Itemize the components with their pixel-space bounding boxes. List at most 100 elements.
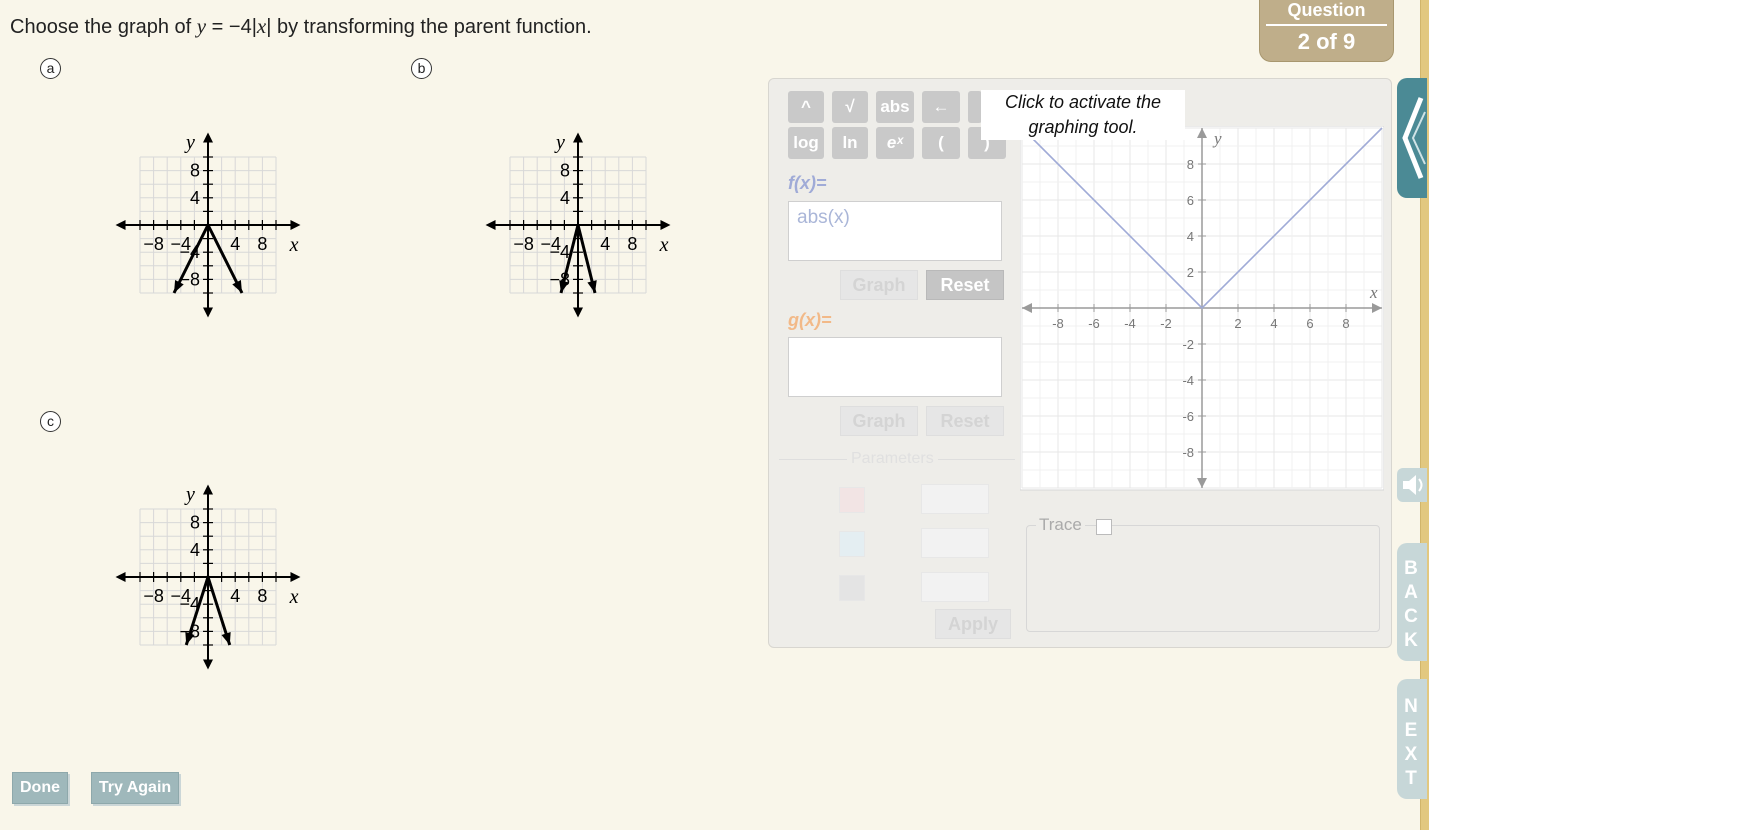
x-tick-label: 4: [600, 234, 610, 254]
f-input[interactable]: abs(x): [788, 201, 1002, 261]
y-axis-down-arrow: [203, 307, 213, 318]
param-b-swatch: [839, 531, 865, 557]
sqrt-key[interactable]: √: [832, 91, 868, 123]
option-a-graph[interactable]: −8 −4 4 884−4−8xy: [30, 50, 380, 400]
x-tick-label: 4: [1270, 316, 1277, 331]
open-paren-key[interactable]: (: [922, 127, 960, 159]
x-tick-label: 8: [257, 586, 267, 606]
g-reset-button[interactable]: Reset: [926, 406, 1004, 436]
back-letter-b: B: [1404, 558, 1418, 579]
log-key[interactable]: log: [788, 127, 824, 159]
y-tick-label: −8: [179, 269, 200, 289]
y-tick-label: 4: [560, 188, 570, 208]
g-graph-button[interactable]: Graph: [840, 406, 918, 436]
next-letter-e: E: [1404, 720, 1418, 741]
next-button[interactable]: N E X T: [1397, 679, 1427, 799]
x-tick-label: −8: [513, 234, 534, 254]
parameters-label: Parameters: [847, 450, 938, 468]
badge-progress: 2 of 9: [1297, 29, 1356, 54]
x-tick-label: 8: [257, 234, 267, 254]
x-tick-label: −8: [143, 234, 164, 254]
x-axis-left-arrow: [115, 572, 126, 582]
x-tick-label: 8: [627, 234, 637, 254]
x-axis-label: x: [289, 586, 299, 608]
y-tick-label: 4: [1187, 229, 1194, 244]
prompt-var-y: y: [196, 14, 207, 38]
x-tick-label: -6: [1088, 316, 1100, 331]
caret-key[interactable]: ^: [788, 91, 824, 123]
y-tick-label: −4: [549, 242, 570, 262]
prompt-prefix: Choose the graph of: [10, 16, 197, 38]
param-c-swatch: [839, 575, 865, 601]
chevron-left-icon: [1402, 97, 1426, 179]
y-axis-up-arrow: [203, 484, 213, 495]
y-tick-label: -6: [1182, 409, 1194, 424]
clear-key[interactable]: [968, 91, 982, 123]
f-input-value: abs(x): [797, 207, 850, 228]
backspace-key[interactable]: ←: [922, 91, 960, 123]
exp-key[interactable]: eˣ: [876, 127, 914, 159]
y-tick-label: -2: [1182, 337, 1194, 352]
param-b-input[interactable]: [921, 528, 989, 558]
param-c-input[interactable]: [921, 572, 989, 602]
audio-tab[interactable]: [1397, 468, 1427, 502]
apply-button[interactable]: Apply: [935, 609, 1011, 639]
y-tick-label: 8: [190, 513, 200, 533]
y-tick-label: 4: [190, 188, 200, 208]
x-tick-label: 4: [230, 234, 240, 254]
y-tick-label: 6: [1187, 193, 1194, 208]
next-letter-t: T: [1405, 768, 1417, 789]
back-letter-k: K: [1404, 630, 1418, 651]
prompt-var-x: x: [256, 14, 267, 38]
tool-graph[interactable]: -8 -6 -4 -2 2 4 6 8 8 6 4 2 -2 -4 -6 -8 x y: [1020, 126, 1384, 496]
y-axis-up-arrow: [573, 132, 583, 143]
x-tick-label: 2: [1234, 316, 1241, 331]
x-tick-label: -4: [1124, 316, 1136, 331]
x-tick-label: −8: [143, 586, 164, 606]
x-tick-label: 4: [230, 586, 240, 606]
y-tick-label: -8: [1182, 445, 1194, 460]
option-c-graph[interactable]: −8 −4 4 884−4−8xy: [30, 402, 380, 752]
x-axis-left-arrow: [485, 220, 496, 230]
collapse-tab[interactable]: [1397, 78, 1427, 198]
activate-tooltip[interactable]: Click to activate the graphing tool.: [981, 90, 1185, 140]
f-graph-button[interactable]: Graph: [840, 270, 918, 300]
curve-arrowhead: [232, 280, 242, 293]
y-axis-up-arrow: [203, 132, 213, 143]
x-tick-label: -2: [1160, 316, 1172, 331]
x-axis-left-arrow: [115, 220, 126, 230]
y-tick-label: 8: [190, 161, 200, 181]
speaker-icon: [1403, 475, 1423, 495]
try-again-button[interactable]: Try Again: [91, 772, 179, 804]
param-a-swatch: [839, 487, 865, 513]
x-axis-right-arrow: [660, 220, 671, 230]
f-reset-button[interactable]: Reset: [926, 270, 1004, 300]
y-tick-label: -4: [1182, 373, 1194, 388]
y-tick-label: 8: [1187, 157, 1194, 172]
x-axis-label: x: [659, 234, 669, 256]
y-axis-down-arrow: [573, 307, 583, 318]
ln-key[interactable]: ln: [832, 127, 868, 159]
y-axis-label: y: [1212, 129, 1222, 148]
abs-key[interactable]: abs: [876, 91, 914, 123]
g-input[interactable]: [788, 337, 1002, 397]
back-button[interactable]: B A C K: [1397, 543, 1427, 661]
question-prompt: Choose the graph of y = −4|x| by transfo…: [10, 14, 592, 39]
trace-checkbox[interactable]: [1096, 519, 1112, 535]
y-tick-label: 2: [1187, 265, 1194, 280]
option-b-graph[interactable]: −8 −4 4 884−4−8xy: [400, 50, 750, 400]
x-axis-label: x: [289, 234, 299, 256]
y-axis-label: y: [554, 132, 565, 154]
curve-arrowhead: [221, 632, 231, 645]
f-label: f(x)=: [788, 173, 827, 193]
y-axis-down-arrow: [203, 659, 213, 670]
x-tick-label: 8: [1342, 316, 1349, 331]
param-a-input[interactable]: [921, 484, 989, 514]
badge-label: Question: [1266, 0, 1387, 26]
done-button[interactable]: Done: [12, 772, 68, 804]
x-axis-right-arrow: [290, 220, 301, 230]
prompt-suffix: | by transforming the parent function.: [266, 16, 592, 38]
x-axis-label: x: [1369, 283, 1378, 302]
y-tick-label: 4: [190, 540, 200, 560]
x-axis-right-arrow: [290, 572, 301, 582]
